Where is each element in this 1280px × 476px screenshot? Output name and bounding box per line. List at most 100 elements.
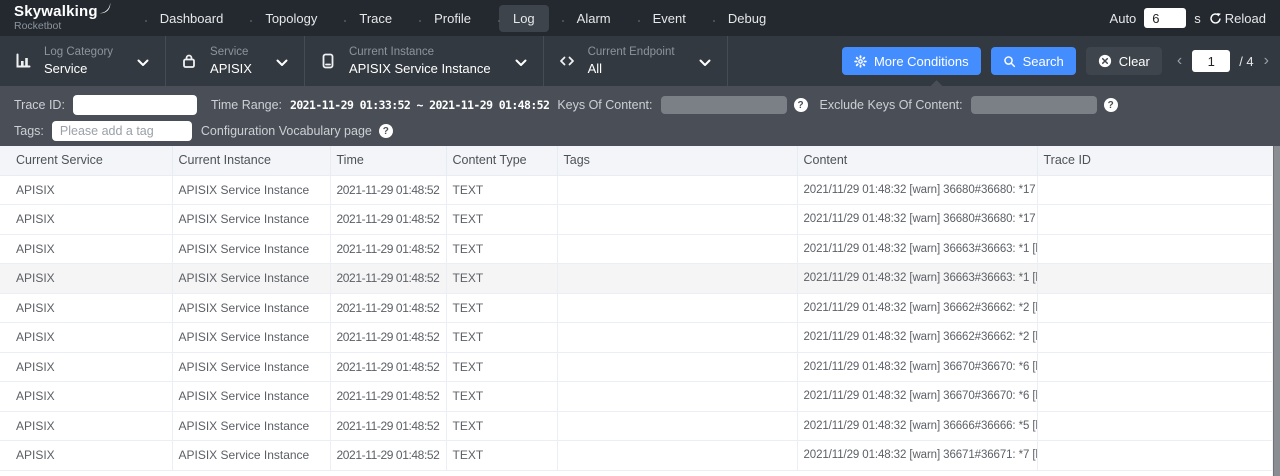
- current-instance-selector[interactable]: Current Instance APISIX Service Instance: [305, 46, 543, 76]
- scrollbar-thumb[interactable]: [1273, 146, 1280, 476]
- cell-trace-id: [1037, 175, 1272, 205]
- cell-current-service: APISIX: [0, 205, 172, 235]
- code-icon: [558, 52, 576, 70]
- cell-trace-id: [1037, 293, 1272, 323]
- cell-content: 2021/11/29 01:48:32 [warn] 36662#36662: …: [797, 293, 1037, 323]
- table-row[interactable]: APISIX APISIX Service Instance 2021-11-2…: [0, 175, 1272, 205]
- cell-time: 2021-11-29 01:48:52: [330, 441, 446, 471]
- exclude-keys-input[interactable]: [971, 96, 1097, 114]
- logo-subtitle: Rocketbot: [14, 21, 111, 32]
- table-row[interactable]: APISIX APISIX Service Instance 2021-11-2…: [0, 264, 1272, 294]
- conditions-row-2: Tags: Configuration Vocabulary page ?: [14, 120, 1280, 142]
- cell-current-service: APISIX: [0, 352, 172, 382]
- help-icon[interactable]: ?: [379, 124, 393, 138]
- selector-value: APISIX: [210, 61, 252, 77]
- col-header-content: Content: [797, 146, 1037, 175]
- table-row[interactable]: APISIX APISIX Service Instance 2021-11-2…: [0, 411, 1272, 441]
- table-row[interactable]: APISIX APISIX Service Instance 2021-11-2…: [0, 382, 1272, 412]
- vocabulary-page-link[interactable]: Configuration Vocabulary page: [201, 124, 372, 138]
- gear-icon: [854, 55, 867, 68]
- cell-current-instance: APISIX Service Instance: [172, 234, 330, 264]
- cell-trace-id: [1037, 323, 1272, 353]
- more-conditions-button[interactable]: More Conditions: [842, 47, 981, 75]
- cell-content-type: TEXT: [446, 323, 557, 353]
- current-endpoint-selector[interactable]: Current Endpoint All: [544, 46, 727, 76]
- divider: [727, 36, 728, 86]
- auto-unit: s: [1194, 11, 1201, 26]
- selector-value: Service: [44, 61, 113, 77]
- tags-label: Tags:: [14, 124, 44, 138]
- cell-content-type: TEXT: [446, 205, 557, 235]
- prev-page-button[interactable]: ‹: [1176, 53, 1183, 69]
- cell-trace-id: [1037, 411, 1272, 441]
- nav-item-debug[interactable]: Debug: [714, 5, 780, 32]
- cell-tags: [557, 323, 797, 353]
- chevron-down-icon: [137, 59, 149, 67]
- cell-current-instance: APISIX Service Instance: [172, 411, 330, 441]
- cell-time: 2021-11-29 01:48:52: [330, 264, 446, 294]
- cell-current-service: APISIX: [0, 264, 172, 294]
- filter-actions: More Conditions Search Clear ‹ / 4 ›: [842, 47, 1280, 75]
- exclude-keys-label: Exclude Keys Of Content:: [820, 98, 963, 112]
- search-button[interactable]: Search: [991, 47, 1076, 75]
- table-row[interactable]: APISIX APISIX Service Instance 2021-11-2…: [0, 441, 1272, 471]
- next-page-button[interactable]: ›: [1263, 53, 1270, 69]
- page-number-input[interactable]: [1192, 50, 1230, 72]
- nav-item-profile[interactable]: Profile: [420, 5, 485, 32]
- nav-item-topology[interactable]: Topology: [251, 5, 331, 32]
- reload-label: Reload: [1225, 11, 1266, 26]
- cell-content-type: TEXT: [446, 175, 557, 205]
- col-header-content-type: Content Type: [446, 146, 557, 175]
- service-selector[interactable]: Service APISIX: [166, 46, 304, 76]
- cell-current-instance: APISIX Service Instance: [172, 352, 330, 382]
- log-category-selector[interactable]: Log Category Service: [0, 46, 165, 76]
- clear-button[interactable]: Clear: [1086, 47, 1162, 75]
- tags-input[interactable]: [52, 121, 192, 141]
- search-label: Search: [1023, 54, 1064, 69]
- cell-content: 2021/11/29 01:48:32 [warn] 36670#36670: …: [797, 382, 1037, 412]
- trace-id-input[interactable]: [73, 95, 197, 115]
- table-row[interactable]: APISIX APISIX Service Instance 2021-11-2…: [0, 234, 1272, 264]
- cell-content: 2021/11/29 01:48:32 [warn] 36680#36680: …: [797, 205, 1037, 235]
- nav-item-trace[interactable]: Trace: [345, 5, 406, 32]
- selector-label: Current Endpoint: [588, 46, 675, 60]
- reload-button[interactable]: Reload: [1209, 11, 1266, 26]
- cell-time: 2021-11-29 01:48:52: [330, 382, 446, 412]
- cell-tags: [557, 382, 797, 412]
- time-range-value[interactable]: 2021-11-29 01:33:52 ~ 2021-11-29 01:48:5…: [290, 98, 549, 112]
- cell-content-type: TEXT: [446, 352, 557, 382]
- keys-of-content-label: Keys Of Content:: [557, 98, 652, 112]
- auto-reload-controls: Auto s Reload: [1110, 8, 1266, 28]
- nav-item-alarm[interactable]: Alarm: [563, 5, 625, 32]
- table-row[interactable]: APISIX APISIX Service Instance 2021-11-2…: [0, 352, 1272, 382]
- cell-time: 2021-11-29 01:48:52: [330, 293, 446, 323]
- trace-id-label: Trace ID:: [14, 98, 65, 112]
- cell-current-instance: APISIX Service Instance: [172, 382, 330, 412]
- cell-current-instance: APISIX Service Instance: [172, 293, 330, 323]
- app-logo: Skywalking Rocketbot: [14, 4, 111, 32]
- selector-label: Service: [210, 46, 252, 60]
- cell-trace-id: [1037, 352, 1272, 382]
- cell-time: 2021-11-29 01:48:52: [330, 411, 446, 441]
- cell-content: 2021/11/29 01:48:32 [warn] 36680#36680: …: [797, 175, 1037, 205]
- selector-label: Current Instance: [349, 46, 491, 60]
- table-row[interactable]: APISIX APISIX Service Instance 2021-11-2…: [0, 205, 1272, 235]
- help-icon[interactable]: ?: [794, 98, 808, 112]
- cell-content-type: TEXT: [446, 293, 557, 323]
- time-range-label: Time Range:: [211, 98, 282, 112]
- table-row[interactable]: APISIX APISIX Service Instance 2021-11-2…: [0, 323, 1272, 353]
- keys-of-content-input[interactable]: [661, 96, 787, 114]
- close-circle-icon: [1098, 54, 1112, 68]
- cell-trace-id: [1037, 264, 1272, 294]
- cell-current-service: APISIX: [0, 411, 172, 441]
- nav-item-event[interactable]: Event: [639, 5, 700, 32]
- auto-interval-input[interactable]: [1144, 8, 1186, 28]
- selector-value: APISIX Service Instance: [349, 61, 491, 77]
- nav-item-log[interactable]: Log: [499, 5, 549, 32]
- cell-current-instance: APISIX Service Instance: [172, 441, 330, 471]
- lock-icon: [180, 52, 198, 70]
- help-icon[interactable]: ?: [1104, 98, 1118, 112]
- nav-item-dashboard[interactable]: Dashboard: [146, 5, 238, 32]
- table-row[interactable]: APISIX APISIX Service Instance 2021-11-2…: [0, 293, 1272, 323]
- cell-current-instance: APISIX Service Instance: [172, 205, 330, 235]
